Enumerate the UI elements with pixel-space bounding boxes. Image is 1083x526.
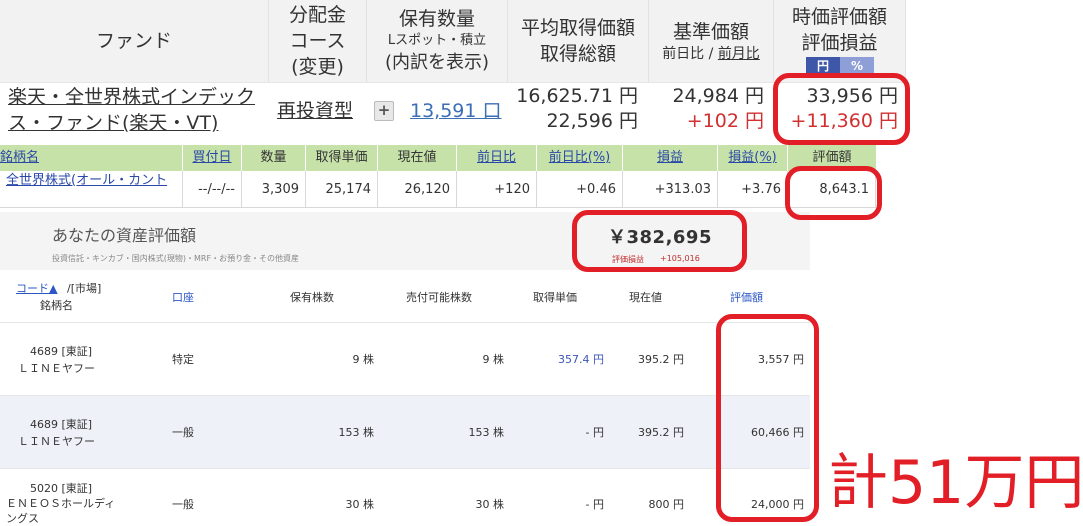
header-avg-line1: 平均取得価額 — [520, 17, 635, 39]
header-mv-line2: 評価損益 — [801, 32, 878, 54]
pt-cell-buy-date: --/--/-- — [183, 171, 242, 208]
stock-header-market: /[市場] — [67, 282, 102, 295]
header-course-line2: コース — [289, 30, 346, 52]
header-fund-label: ファンド — [95, 30, 172, 52]
stock-account: 特定 — [172, 353, 194, 366]
highlight-fund-value — [773, 73, 910, 145]
pt-header-name[interactable]: 銘柄名 — [0, 145, 183, 171]
base-price-value: 24,984 円 — [672, 85, 764, 107]
stock-row: 4689 [東証] ＬＩＮＥヤフー 一般 153 株 153 株 - 円 395… — [0, 396, 810, 469]
header-quantity: 保有数量 Lスポット・積立 (内訳を表示) — [367, 0, 508, 82]
stock-account: 一般 — [172, 498, 194, 511]
stock-name: ＬＩＮＥヤフー — [18, 362, 95, 375]
header-qty-breakdown[interactable]: (内訳を表示) — [385, 50, 489, 76]
pt-header-buy-date[interactable]: 買付日 — [183, 145, 242, 171]
pt-cell-price: 26,120 — [378, 171, 457, 208]
pt-header-pl-pct[interactable]: 損益(%) — [718, 145, 788, 171]
header-mv-line1: 時価評価額 — [791, 6, 887, 28]
asset-subtitle: 投資信託・キンカブ・国内株式(現物)・MRF・お預り金・その他資産 — [52, 254, 300, 263]
stock-name: ＬＩＮＥヤフー — [18, 435, 95, 448]
highlight-stock-values — [716, 314, 819, 522]
pt-header-daily[interactable]: 前日比 — [457, 145, 537, 171]
plus-icon[interactable]: + — [374, 101, 394, 121]
stock-code: 4689 [東証] — [30, 345, 93, 358]
stock-price: 395.2 円 — [638, 426, 684, 439]
header-avg-line2: 取得総額 — [539, 43, 616, 65]
stock-code: 4689 [東証] — [30, 418, 93, 431]
header-qty-line2: Lスポット・積立 — [387, 33, 487, 48]
header-qty-line1: 保有数量 — [398, 8, 475, 30]
stock-header-price: 現在値 — [629, 291, 662, 304]
stock-header-sellable: 売付可能株数 — [406, 291, 472, 304]
header-course: 分配金 コース (変更) — [269, 0, 367, 82]
stock-header-held: 保有株数 — [290, 291, 334, 304]
pt-cell-daily: +120 — [457, 171, 537, 208]
highlight-asset-total — [572, 210, 747, 272]
header-base-line1: 基準価額 — [672, 21, 749, 43]
stock-table-header: コード▲ /[市場] 銘柄名 口座 保有株数 売付可能株数 取得単価 現在値 評… — [0, 272, 810, 323]
avg-price-value: 16,625.71 円 — [516, 85, 638, 107]
pt-cell-pl: +313.03 — [623, 171, 718, 208]
pt-cell-daily-pct: +0.46 — [537, 171, 623, 208]
total-cost-value: 22,596 円 — [546, 110, 638, 132]
pt-cell-name[interactable]: 全世界株式(オール・カント — [0, 171, 183, 208]
stock-row: 5020 [東証] ＥＮＥＯＳホールディングス 一般 30 株 30 株 - 円… — [0, 469, 810, 525]
pt-header-daily-pct[interactable]: 前日比(%) — [537, 145, 623, 171]
pt-cell-pl-pct: +3.76 — [718, 171, 788, 208]
pt-cell-cost: 25,174 — [306, 171, 378, 208]
highlight-portfolio-value — [785, 166, 882, 220]
stock-header-name: 銘柄名 — [40, 299, 73, 312]
stock-held: 153 株 — [338, 426, 375, 439]
stock-price: 395.2 円 — [638, 353, 684, 366]
header-monthly-change-link[interactable]: 前月比 — [718, 46, 760, 62]
stock-sellable: 153 株 — [468, 426, 505, 439]
pt-header-price: 現在値 — [378, 145, 457, 171]
daily-change-value: +102 円 — [686, 110, 764, 132]
stock-account: 一般 — [172, 426, 194, 439]
stock-cost: 357.4 円 — [558, 353, 604, 366]
header-course-line3[interactable]: (変更) — [291, 54, 344, 80]
stock-sellable: 30 株 — [475, 498, 505, 511]
stock-header-account[interactable]: 口座 — [172, 289, 194, 305]
annotation-total-text: 計51万円 — [828, 448, 1083, 518]
stock-price: 800 円 — [648, 498, 685, 511]
stock-row: 4689 [東証] ＬＩＮＥヤフー 特定 9 株 9 株 357.4 円 395… — [0, 323, 810, 396]
stock-held: 9 株 — [352, 353, 375, 366]
pt-cell-qty: 3,309 — [242, 171, 306, 208]
header-fund: ファンド — [0, 0, 269, 82]
course-link[interactable]: 再投資型 — [277, 96, 353, 123]
stock-header-cost: 取得単価 — [533, 291, 577, 304]
header-avg-price: 平均取得価額 取得総額 — [508, 0, 649, 82]
header-daily-change: 前日比 / — [662, 46, 714, 62]
header-course-line1: 分配金 — [288, 4, 346, 26]
portfolio-detail-table: 銘柄名 買付日 数量 取得単価 現在値 前日比 前日比(%) 損益 損益(%) … — [0, 145, 877, 209]
stock-code: 5020 [東証] — [30, 482, 93, 495]
pt-header-pl[interactable]: 損益 — [623, 145, 718, 171]
quantity-link[interactable]: 13,591 口 — [410, 96, 502, 123]
stock-held: 30 株 — [345, 498, 375, 511]
stock-cost: - 円 — [585, 426, 604, 439]
stock-header-code-sort[interactable]: コード▲ — [16, 280, 57, 296]
stock-sellable: 9 株 — [482, 353, 505, 366]
stock-name: ＥＮＥＯＳホールディングス — [6, 497, 116, 525]
header-base-price: 基準価額 前日比 / 前月比 — [649, 0, 774, 82]
pt-header-qty: 数量 — [242, 145, 306, 171]
asset-title: あなたの資産評価額 — [52, 226, 197, 245]
stock-cost: - 円 — [585, 498, 604, 511]
pt-header-cost: 取得単価 — [306, 145, 378, 171]
stock-header-value[interactable]: 評価額 — [730, 289, 763, 305]
fund-name-link[interactable]: 楽天・全世界株式インデックス・ファンド(楽天・VT) — [8, 84, 270, 136]
